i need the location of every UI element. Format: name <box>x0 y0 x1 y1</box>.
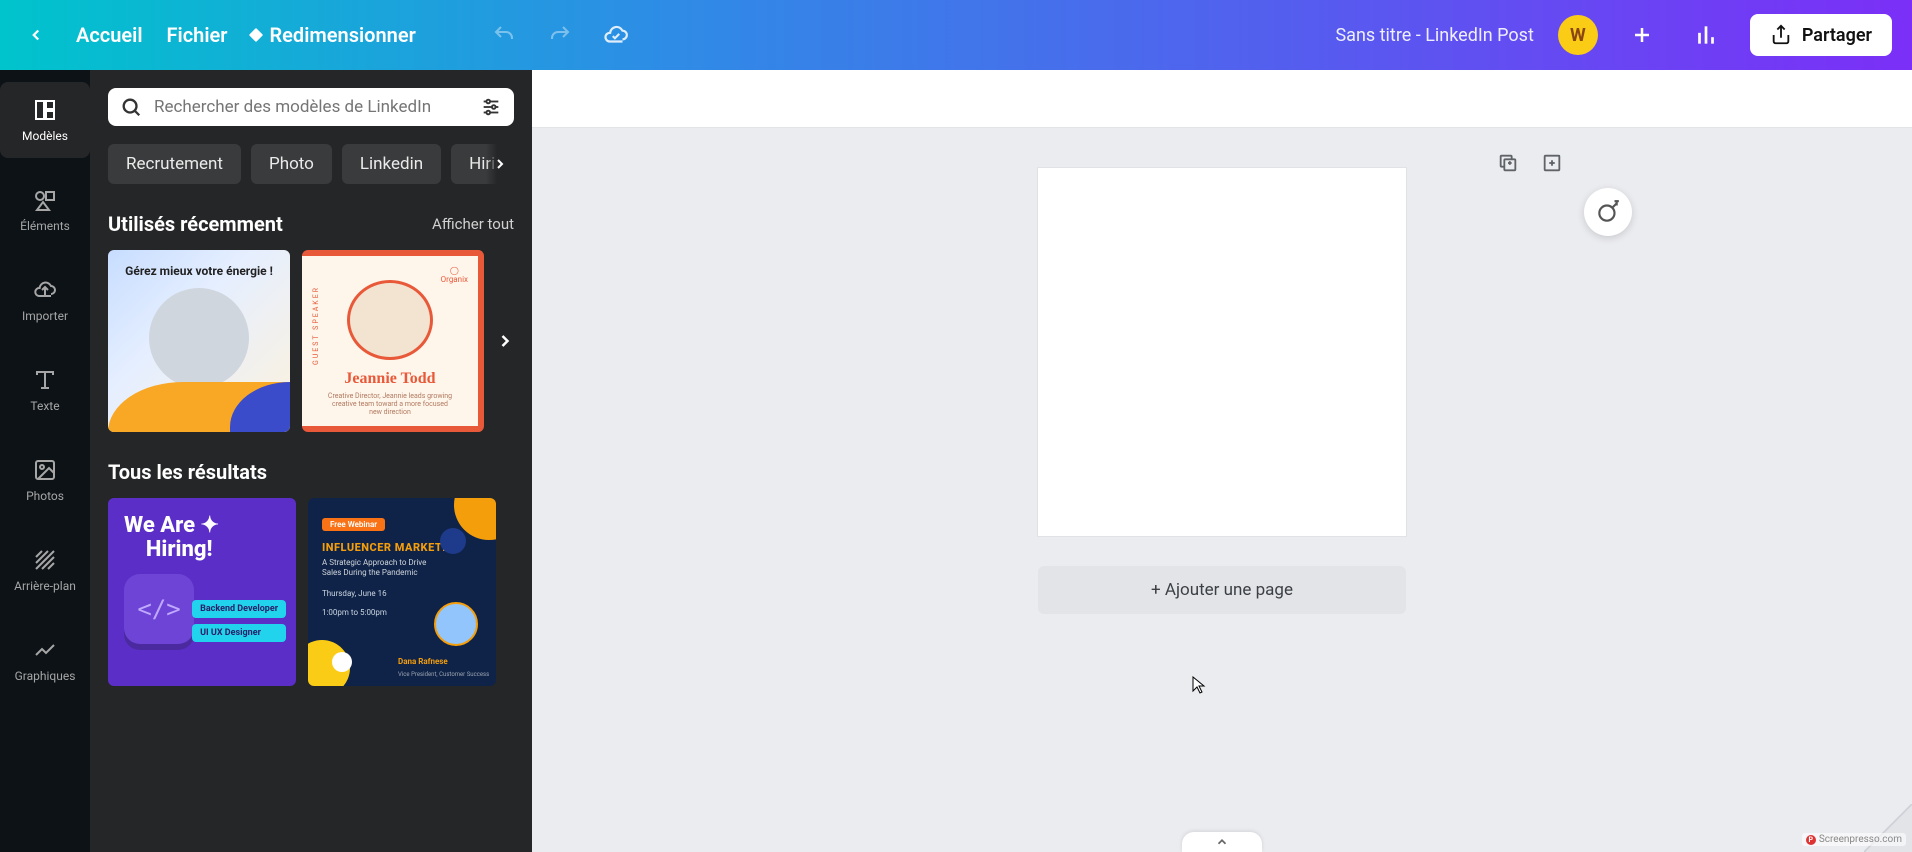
template-thumb-hiring[interactable]: We Are ✦ Hiring! </> Backend Developer U… <box>108 498 296 686</box>
rail-label: Arrière-plan <box>14 579 76 593</box>
recent-show-all[interactable]: Afficher tout <box>432 215 514 233</box>
chip-recrutement[interactable]: Recrutement <box>108 144 241 184</box>
diamond-icon <box>249 28 263 42</box>
chip-linkedin[interactable]: Linkedin <box>342 144 441 184</box>
redo-button[interactable] <box>544 19 576 51</box>
webinar-date: Thursday, June 16 <box>322 589 482 598</box>
search-input[interactable] <box>154 97 468 117</box>
document-title[interactable]: Sans titre - LinkedIn Post <box>1335 25 1533 46</box>
add-page-bar[interactable]: + Ajouter une page <box>1038 566 1406 614</box>
speaker-desc: Creative Director, Jeannie leads growing… <box>312 392 468 416</box>
templates-icon <box>32 97 58 123</box>
cloud-status-icon[interactable] <box>600 19 632 51</box>
avatar-placeholder <box>149 288 249 388</box>
cursor-icon <box>1192 676 1206 698</box>
upload-icon <box>32 277 58 303</box>
duplicate-page-button[interactable] <box>1493 148 1523 178</box>
template-thumb-speaker[interactable]: ◯Organix GUEST SPEAKER Jeannie Todd Crea… <box>302 250 484 432</box>
shape-circle <box>440 528 466 554</box>
rail-background[interactable]: Arrière-plan <box>0 532 90 608</box>
chips-next-button[interactable] <box>486 144 514 184</box>
shape-circle <box>332 652 352 672</box>
avatar-placeholder <box>347 280 433 360</box>
share-icon <box>1770 24 1792 46</box>
search-icon <box>120 96 142 118</box>
recent-title: Utilisés récemment <box>108 212 283 236</box>
guest-speaker-label: GUEST SPEAKER <box>312 286 320 365</box>
speaker-name: Jeannie Todd <box>344 370 435 388</box>
rail-photos[interactable]: Photos <box>0 442 90 518</box>
undo-button[interactable] <box>488 19 520 51</box>
rail-charts[interactable]: Graphiques <box>0 622 90 698</box>
text-icon <box>32 367 58 393</box>
recent-next-button[interactable] <box>490 326 520 356</box>
file-menu[interactable]: Fichier <box>167 23 228 47</box>
rail-label: Importer <box>22 309 68 323</box>
back-button[interactable] <box>20 19 52 51</box>
rail-text[interactable]: Texte <box>0 352 90 428</box>
stage[interactable]: + Ajouter une page P Screenpresso.com <box>532 128 1912 852</box>
page-tools <box>1493 148 1567 178</box>
user-avatar[interactable]: W <box>1558 15 1598 55</box>
rail-elements[interactable]: Éléments <box>0 172 90 248</box>
rail-label: Texte <box>30 399 59 413</box>
thumb-brand: ◯Organix <box>441 266 468 284</box>
magic-suggestion-button[interactable] <box>1584 188 1632 236</box>
rail-label: Graphiques <box>15 669 76 683</box>
recent-section: Utilisés récemment Afficher tout Gérez m… <box>108 212 514 432</box>
resize-label: Redimensionner <box>269 23 415 47</box>
webinar-pill: Free Webinar <box>322 518 385 531</box>
role-label: UI UX Designer <box>192 624 286 642</box>
template-thumb-webinar[interactable]: Free Webinar INFLUENCER MARKETING A Stra… <box>308 498 496 686</box>
background-icon <box>32 547 58 573</box>
top-toolbar: Accueil Fichier Redimensionner Sans titr… <box>0 0 1912 70</box>
templates-panel: Recrutement Photo Linkedin Hiring Utilis… <box>90 70 532 852</box>
rail-label: Éléments <box>20 219 70 233</box>
results-title: Tous les résultats <box>108 460 267 484</box>
rail-label: Photos <box>26 489 64 503</box>
code-icon: </> <box>124 574 194 644</box>
home-link[interactable]: Accueil <box>76 23 143 47</box>
rail-templates[interactable]: Modèles <box>0 82 90 158</box>
add-collaborator-button[interactable] <box>1622 15 1662 55</box>
resize-menu[interactable]: Redimensionner <box>251 23 415 47</box>
chip-row: Recrutement Photo Linkedin Hiring <box>108 144 514 184</box>
canvas-area: + Ajouter une page P Screenpresso.com <box>532 70 1912 852</box>
search-box <box>108 88 514 126</box>
filter-icon[interactable] <box>480 96 502 118</box>
canvas-page[interactable] <box>1038 168 1406 536</box>
left-rail: Modèles Éléments Importer Texte Photos A… <box>0 70 90 852</box>
watermark-badge: P <box>1806 835 1816 845</box>
rail-label: Modèles <box>22 129 68 143</box>
chip-photo[interactable]: Photo <box>251 144 332 184</box>
watermark: P Screenpresso.com <box>1802 833 1906 846</box>
elements-icon <box>32 187 58 213</box>
thumb-heading: Gérez mieux votre énergie ! <box>125 264 273 278</box>
results-section: Tous les résultats We Are ✦ Hiring! </> … <box>108 460 514 686</box>
add-page-button[interactable] <box>1537 148 1567 178</box>
canvas-toolbar <box>532 70 1912 128</box>
presenter-name: Dana Rafnese <box>398 657 448 666</box>
role-label: Backend Developer <box>192 600 286 618</box>
analytics-button[interactable] <box>1686 15 1726 55</box>
rail-upload[interactable]: Importer <box>0 262 90 338</box>
avatar-placeholder <box>434 602 478 646</box>
share-label: Partager <box>1802 25 1872 46</box>
share-button[interactable]: Partager <box>1750 14 1892 56</box>
charts-icon <box>32 637 58 663</box>
photos-icon <box>32 457 58 483</box>
bottom-expand-button[interactable] <box>1182 832 1262 852</box>
webinar-sub: A Strategic Approach to Drive Sales Duri… <box>322 558 432 579</box>
template-thumb-energy[interactable]: Gérez mieux votre énergie ! <box>108 250 290 432</box>
presenter-role: Vice President, Customer Success <box>398 671 489 678</box>
